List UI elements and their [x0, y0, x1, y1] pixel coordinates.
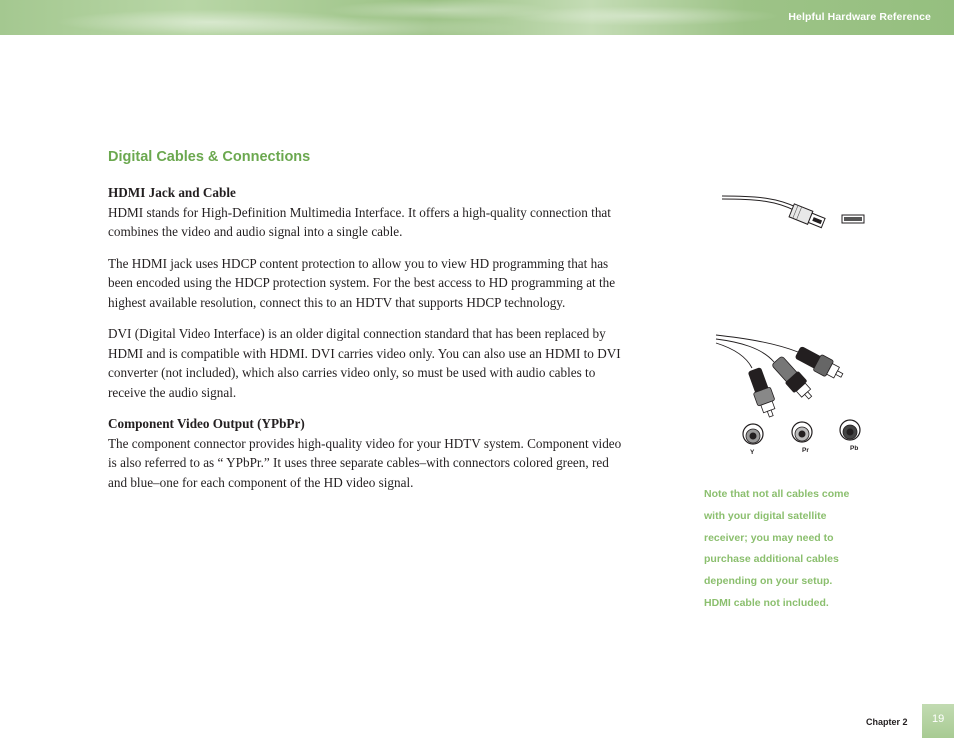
- hdmi-paragraph-3: DVI (Digital Video Interface) is an olde…: [108, 326, 621, 400]
- note-line: purchase additional cables: [704, 553, 839, 566]
- note-line: Note that not all cables come: [704, 488, 850, 500]
- note-line: receiver; you may need to: [704, 531, 834, 544]
- page-number-tab: 19: [922, 704, 954, 738]
- component-heading: Component Video Output (YPbPr): [108, 416, 305, 431]
- hdmi-cable-icon: [721, 195, 865, 229]
- header-title: Helpful Hardware Reference: [788, 11, 931, 23]
- note-line: depending on your setup.: [704, 575, 833, 588]
- hdmi-heading: HDMI Jack and Cable: [108, 185, 236, 200]
- jack-y-icon: [742, 423, 764, 445]
- header-banner: Helpful Hardware Reference: [0, 0, 954, 35]
- side-note: Note that not all cables come with your …: [704, 484, 874, 615]
- section-title: Digital Cables & Connections: [108, 149, 311, 165]
- jack-pb-icon: [839, 419, 861, 441]
- jack-pr-icon: [791, 421, 813, 443]
- hdmi-cable-illustration: [718, 190, 868, 240]
- jack-label-pr: Pr: [802, 447, 809, 454]
- component-cables-icon: Y Pr Pb: [715, 334, 861, 456]
- page-number: 19: [932, 713, 945, 725]
- jack-label-pb: Pb: [850, 445, 858, 452]
- hdmi-paragraph-2: The HDMI jack uses HDCP content protecti…: [108, 255, 616, 310]
- component-cable-illustration: Y Pr Pb: [712, 330, 872, 460]
- footer-chapter-label: Chapter 2: [866, 717, 908, 727]
- note-line: HDMI cable not included.: [704, 596, 829, 609]
- main-text-column: HDMI Jack and Cable HDMI stands for High…: [108, 183, 628, 504]
- note-line: with your digital satellite: [704, 509, 827, 522]
- hdmi-paragraph-1: HDMI stands for High-Definition Multimed…: [108, 204, 611, 240]
- jack-label-y: Y: [750, 449, 755, 456]
- hdmi-jack-icon: [841, 214, 865, 224]
- component-paragraph-1: The component connector provides high-qu…: [108, 435, 622, 490]
